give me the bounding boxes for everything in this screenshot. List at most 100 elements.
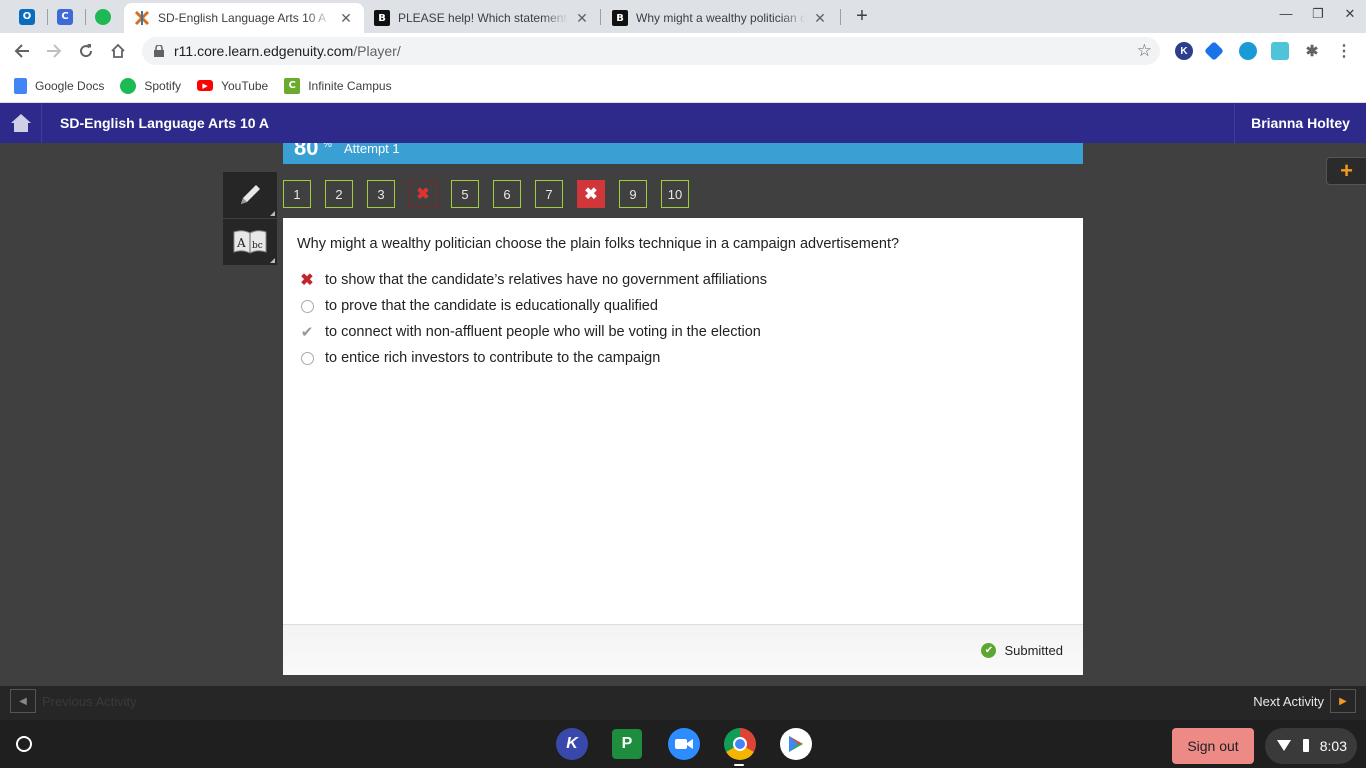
radio-button[interactable] [297,348,317,368]
browser-tab-strip: O C SD-English Language Arts 10 A - ✕ B … [0,0,1366,33]
spotify-icon [95,8,111,25]
attempt-label: Attempt 1 [344,143,400,156]
bookmark-youtube[interactable]: ▶ YouTube [197,79,268,93]
extensions-puzzle-icon[interactable]: ✱ [1303,42,1321,60]
question-navigation: 1 2 3 ✖ 5 6 7 ✖ 9 10 [283,180,703,208]
question-9-button[interactable]: 9 [619,180,647,208]
status-tray[interactable]: 8:03 [1265,728,1357,764]
course-home-button[interactable] [0,103,42,143]
correct-check-icon: ✔ [300,324,314,341]
bookmark-spotify[interactable]: Spotify [120,77,182,94]
question-card: Why might a wealthy politician choose th… [283,218,1083,624]
play-store-icon[interactable] [780,728,812,760]
securly-extension-icon[interactable] [1239,42,1257,60]
tab-brainly-2[interactable]: B Why might a wealthy politician c ✕ [602,3,838,33]
question-10-button[interactable]: 10 [661,180,689,208]
radio-button[interactable] [297,296,317,316]
course-header: SD-English Language Arts 10 A Brianna Ho… [0,103,1366,143]
chromeos-shelf: K P Sign out 8:03 [0,720,1366,768]
next-activity-label[interactable]: Next Activity [1253,694,1324,709]
answer-option-2[interactable]: to prove that the candidate is education… [297,295,658,317]
kami-icon[interactable]: K [556,728,588,760]
answer-option-3[interactable]: ✔ to connect with non-affluent people wh… [297,321,761,343]
user-name[interactable]: Brianna Holtey [1234,103,1366,143]
left-triangle-icon: ◀ [19,695,27,707]
address-bar[interactable]: r11.core.learn.edgenuity.com/Player/ ☆ [142,37,1160,65]
forward-button[interactable] [42,39,66,63]
answer-text: to entice rich investors to contribute t… [325,350,661,366]
google-classroom-icon[interactable]: P [612,729,642,759]
dictionary-tool[interactable]: A bc [223,219,277,265]
right-triangle-icon: ▶ [1339,695,1347,707]
previous-activity-button[interactable]: ◀ [10,689,36,713]
expand-plus-button[interactable]: + [1326,157,1366,185]
question-1-button[interactable]: 1 [283,180,311,208]
question-5-button[interactable]: 5 [451,180,479,208]
pencil-icon [241,185,260,204]
tab-brainly-1[interactable]: B PLEASE help! Which statements ✕ [364,3,600,33]
activity-navigation-bar: ◀ Previous Activity Next Activity ▶ [0,686,1366,720]
reload-button[interactable] [74,39,98,63]
pinned-tab-spotify[interactable] [84,4,122,29]
question-6-button[interactable]: 6 [493,180,521,208]
home-button[interactable] [106,39,130,63]
chrome-icon[interactable] [724,728,756,760]
pinned-tab-classlink[interactable]: C [46,4,84,29]
sign-out-button[interactable]: Sign out [1172,728,1254,764]
previous-activity-label[interactable]: Previous Activity [42,694,137,709]
brainly-icon: B [374,10,390,26]
question-4-button[interactable]: ✖ [409,180,437,208]
bookmark-star-icon[interactable]: ☆ [1137,41,1152,61]
spotify-icon [120,77,137,94]
reload-icon [80,44,93,58]
highlighter-tool[interactable] [223,172,277,218]
kami-extension-icon[interactable]: K [1175,42,1193,60]
bookmark-label: YouTube [221,78,269,93]
dictionary-book-icon: A bc [233,230,267,254]
bookmark-label: Google Docs [35,78,105,93]
bookmark-google-docs[interactable]: Google Docs [14,77,105,94]
check-circle-icon: ✔ [981,643,997,658]
close-icon[interactable]: ✕ [812,10,828,27]
profile-extension-icon[interactable] [1271,42,1289,60]
bookmark-label: Spotify [144,78,182,93]
edgenuity-icon [134,10,150,26]
clock-time: 8:03 [1319,738,1347,754]
status-label: Submitted [1004,643,1063,658]
answer-text: to prove that the candidate is education… [325,298,658,314]
tab-title: Why might a wealthy politician c [636,11,806,25]
browser-toolbar: r11.core.learn.edgenuity.com/Player/ ☆ K… [0,33,1366,69]
menu-dots-icon[interactable]: ⋮ [1335,42,1353,60]
question-2-button[interactable]: 2 [325,180,353,208]
svg-text:A: A [236,236,246,250]
close-icon[interactable]: ✕ [574,10,590,27]
question-7-button[interactable]: 7 [535,180,563,208]
launcher-button[interactable] [12,732,36,756]
close-icon[interactable]: ✕ [338,10,354,27]
diamond-extension-icon[interactable] [1204,41,1224,61]
tab-edgenuity[interactable]: SD-English Language Arts 10 A - ✕ [124,3,364,33]
answer-text: to connect with non-affluent people who … [325,324,761,340]
next-activity-button[interactable]: ▶ [1330,689,1356,713]
score-unit: % [323,143,332,150]
question-3-button[interactable]: 3 [367,180,395,208]
active-app-indicator [734,764,744,766]
incorrect-x-icon: ✖ [300,272,314,289]
answer-option-4[interactable]: to entice rich investors to contribute t… [297,347,660,369]
lock-icon [154,45,164,57]
back-button[interactable] [10,39,34,63]
zoom-icon[interactable] [668,728,700,760]
minimize-button[interactable]: — [1271,6,1301,26]
answer-option-1[interactable]: ✖ to show that the candidate’s relatives… [297,269,767,291]
new-tab-button[interactable]: + [850,5,874,29]
restore-button[interactable]: ❐ [1303,6,1333,26]
close-window-button[interactable]: ✕ [1335,6,1365,26]
question-8-button[interactable]: ✖ [577,180,605,208]
question-footer: ✔ Submitted [283,624,1083,675]
pinned-tab-outlook[interactable]: O [8,4,46,29]
bookmark-infinite-campus[interactable]: C Infinite Campus [284,77,392,94]
course-title: SD-English Language Arts 10 A [60,115,269,131]
wifi-icon [1277,740,1291,751]
score-value: 80 [294,143,319,160]
classlink-icon: C [57,8,73,25]
